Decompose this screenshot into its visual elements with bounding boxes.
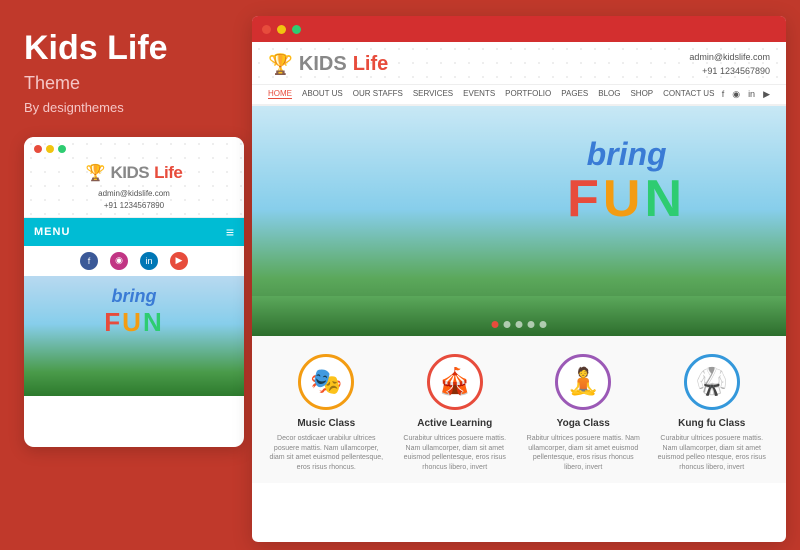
- nav-instagram-icon[interactable]: ◉: [732, 89, 740, 100]
- service-desc-music: Decor ostdicaer urabilur ultrices posuer…: [268, 434, 385, 473]
- services-grid: 🎭 Music Class Decor ostdicaer urabilur u…: [268, 354, 770, 473]
- youtube-icon[interactable]: ▶: [170, 252, 188, 270]
- nav-contact[interactable]: CONTACT US: [663, 89, 714, 99]
- dot-red: [34, 145, 42, 153]
- service-avatar-music: 🎭: [298, 354, 354, 410]
- theme-title: Kids Life: [24, 30, 224, 67]
- desktop-services: 🎭 Music Class Decor ostdicaer urabilur u…: [252, 336, 786, 483]
- nav-home[interactable]: HOME: [268, 89, 292, 99]
- dt-dot-yellow: [277, 25, 286, 34]
- service-card-active: 🎪 Active Learning Curabitur ultrices pos…: [397, 354, 514, 473]
- theme-author: By designthemes: [24, 100, 224, 115]
- desktop-nav-links: HOME ABOUT US OUR STAFFS SERVICES EVENTS…: [268, 89, 714, 99]
- mobile-fun: FUN: [104, 307, 163, 337]
- mobile-top-bar: 🏆 KIDS Life admin@kidslife.com +91 12345…: [24, 137, 244, 217]
- nav-about[interactable]: ABOUT US: [302, 89, 343, 99]
- mobile-logo-life: Life: [154, 163, 182, 183]
- service-desc-yoga: Rabitur ultrices posuere mattis. Nam ull…: [525, 434, 642, 473]
- nav-facebook-icon[interactable]: f: [722, 89, 725, 100]
- desktop-logo: 🏆 KIDS Life: [268, 52, 388, 77]
- service-avatar-kungfu: 🥋: [684, 354, 740, 410]
- dot-yellow: [46, 145, 54, 153]
- hero-dot-2[interactable]: [504, 321, 511, 328]
- facebook-icon[interactable]: f: [80, 252, 98, 270]
- desktop-logo-kids: KIDS: [299, 53, 347, 76]
- hero-bring: bring: [567, 136, 686, 173]
- left-panel: Kids Life Theme By designthemes 🏆 KIDS L…: [0, 0, 248, 550]
- service-card-music: 🎭 Music Class Decor ostdicaer urabilur u…: [268, 354, 385, 473]
- service-avatar-yoga: 🧘: [555, 354, 611, 410]
- hero-dot-1[interactable]: [492, 321, 499, 328]
- dt-dot-green: [292, 25, 301, 34]
- nav-pages[interactable]: PAGES: [561, 89, 588, 99]
- desktop-email: admin@kidslife.com: [689, 50, 770, 64]
- desktop-mockup: 🏆 KIDS Life admin@kidslife.com +91 12345…: [252, 16, 786, 542]
- hero-dot-4[interactable]: [528, 321, 535, 328]
- service-card-kungfu: 🥋 Kung fu Class Curabitur ultrices posue…: [654, 354, 771, 473]
- hero-dot-5[interactable]: [540, 321, 547, 328]
- desktop-trophy-icon: 🏆: [268, 52, 293, 77]
- service-name-yoga: Yoga Class: [557, 418, 610, 429]
- hero-text-container: bring FUN: [567, 136, 686, 225]
- mobile-bring-text: bring FUN: [104, 286, 163, 338]
- mobile-logo: 🏆 KIDS Life: [34, 159, 234, 186]
- service-name-music: Music Class: [297, 418, 355, 429]
- mobile-email: admin@kidslife.com: [98, 188, 170, 199]
- desktop-nav: HOME ABOUT US OUR STAFFS SERVICES EVENTS…: [252, 85, 786, 106]
- nav-youtube-icon[interactable]: ▶: [763, 89, 770, 100]
- nav-events[interactable]: EVENTS: [463, 89, 495, 99]
- mobile-contact: admin@kidslife.com +91 1234567890: [34, 186, 234, 212]
- mobile-logo-kids: KIDS: [111, 163, 150, 183]
- nav-services[interactable]: SERVICES: [413, 89, 453, 99]
- desktop-logo-life: Life: [353, 53, 389, 76]
- hero-carousel-dots: [492, 321, 547, 328]
- desktop-hero: bring FUN: [252, 106, 786, 336]
- desktop-contact: admin@kidslife.com +91 1234567890: [689, 50, 770, 79]
- nav-portfolio[interactable]: PORTFOLIO: [505, 89, 551, 99]
- mobile-bring: bring: [104, 286, 163, 307]
- service-card-yoga: 🧘 Yoga Class Rabitur ultrices posuere ma…: [525, 354, 642, 473]
- mobile-social-row: f ◉ in ▶: [24, 246, 244, 276]
- nav-blog[interactable]: BLOG: [598, 89, 620, 99]
- trophy-icon: 🏆: [86, 163, 106, 183]
- service-desc-kungfu: Curabitur ultrices posuere mattis. Nam u…: [654, 434, 771, 473]
- nav-linkedin-icon[interactable]: in: [748, 89, 755, 100]
- desktop-header: 🏆 KIDS Life admin@kidslife.com +91 12345…: [252, 42, 786, 85]
- mobile-hero: bring FUN: [24, 276, 244, 396]
- linkedin-icon[interactable]: in: [140, 252, 158, 270]
- mobile-phone: +91 1234567890: [104, 200, 164, 211]
- hero-dot-3[interactable]: [516, 321, 523, 328]
- desktop-nav-social: f ◉ in ▶: [722, 89, 770, 100]
- nav-shop[interactable]: SHOP: [630, 89, 653, 99]
- hamburger-icon[interactable]: ≡: [226, 224, 234, 240]
- nav-staffs[interactable]: OUR STAFFS: [353, 89, 403, 99]
- theme-subtitle: Theme: [24, 73, 224, 94]
- mobile-window-dots: [34, 145, 234, 153]
- mobile-mockup: 🏆 KIDS Life admin@kidslife.com +91 12345…: [24, 137, 244, 447]
- grass-decoration: [252, 296, 786, 336]
- dot-green: [58, 145, 66, 153]
- dt-dot-red: [262, 25, 271, 34]
- desktop-phone: +91 1234567890: [689, 64, 770, 78]
- desktop-title-bar: [252, 16, 786, 42]
- mobile-menu-bar[interactable]: MENU ≡: [24, 218, 244, 246]
- service-name-active: Active Learning: [417, 418, 492, 429]
- mobile-menu-label: MENU: [34, 226, 70, 238]
- service-desc-active: Curabitur ultrices posuere mattis. Nam u…: [397, 434, 514, 473]
- service-avatar-active: 🎪: [427, 354, 483, 410]
- service-name-kungfu: Kung fu Class: [678, 418, 745, 429]
- hero-fun: FUN: [567, 170, 686, 228]
- instagram-icon[interactable]: ◉: [110, 252, 128, 270]
